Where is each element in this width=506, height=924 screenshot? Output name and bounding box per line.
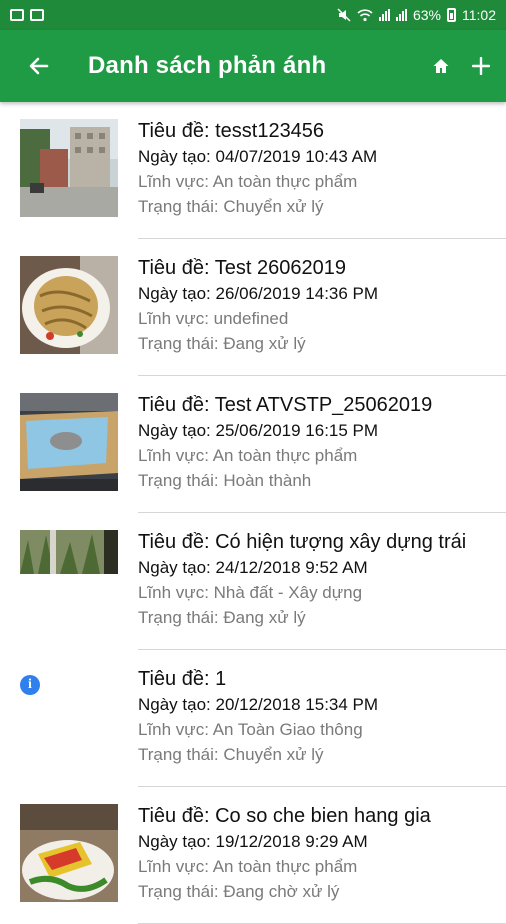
list-item[interactable]: Tiêu đề: tesst123456 Ngày tạo: 04/07/201… [0,102,506,239]
signal-icon-2 [395,9,407,21]
report-list: Tiêu đề: tesst123456 Ngày tạo: 04/07/201… [0,102,506,924]
item-field: Lĩnh vực: An toàn thực phẩm [138,446,358,465]
item-date: Ngày tạo: 20/12/2018 15:34 PM [138,695,379,714]
item-title: Tiêu đề: Test ATVSTP_25062019 [138,394,433,416]
list-item[interactable]: Tiêu đề: Test 26062019 Ngày tạo: 26/06/2… [0,239,506,376]
item-status: Trạng thái: Đang chờ xử lý [138,882,340,901]
item-status: Trạng thái: Chuyển xử lý [138,745,324,764]
status-right: 63% 11:02 [337,7,496,23]
item-date: Ngày tạo: 19/12/2018 9:29 AM [138,832,368,851]
item-title: Tiêu đề: tesst123456 [138,120,325,142]
battery-icon [447,8,456,22]
item-field: Lĩnh vực: An Toàn Giao thông [138,720,363,739]
item-title: Tiêu đề: Test 26062019 [138,257,346,279]
item-status: Trạng thái: Đang xử lý [138,608,306,627]
status-bar: 63% 11:02 [0,0,506,30]
arrow-left-icon [29,57,49,75]
item-date: Ngày tạo: 24/12/2018 9:52 AM [138,558,368,577]
signal-icon-1 [378,9,390,21]
plus-icon [472,57,490,75]
list-item[interactable]: Tiêu đề: Có hiện tượng xây dựng trái Ngà… [0,513,506,650]
item-status: Trạng thái: Đang xử lý [138,334,306,353]
item-status: Trạng thái: Hoàn thành [138,471,312,490]
thumbnail-placeholder: i [20,667,118,787]
item-field: Lĩnh vực: An toàn thực phẩm [138,857,358,876]
home-icon [433,59,449,73]
street-photo [20,119,118,217]
add-button[interactable] [470,55,492,77]
list-item[interactable]: i Tiêu đề: 1 Ngày tạo: 20/12/2018 15:34 … [0,650,506,787]
desk-photo [20,393,118,491]
item-field: Lĩnh vực: undefined [138,309,289,328]
page-title: Danh sách phản ánh [88,52,327,79]
status-left [10,9,44,21]
item-field: Lĩnh vực: An toàn thực phẩm [138,172,358,191]
item-status: Trạng thái: Chuyển xử lý [138,197,324,216]
gallery-icon [30,9,44,21]
list-item[interactable]: Tiêu đề: Test ATVSTP_25062019 Ngày tạo: … [0,376,506,513]
battery-percent: 63% [412,7,441,23]
item-text: Tiêu đề: tesst123456 Ngày tạo: 04/07/201… [138,119,377,239]
item-text: Tiêu đề: 1 Ngày tạo: 20/12/2018 15:34 PM… [138,667,378,787]
item-text: Tiêu đề: Co so che bien hang gia Ngày tạ… [138,804,431,924]
food-package-photo [20,804,118,902]
clock: 11:02 [462,7,496,23]
item-field: Lĩnh vực: Nhà đất - Xây dựng [138,583,363,602]
back-button[interactable] [24,51,54,81]
wifi-icon [357,9,373,22]
item-text: Tiêu đề: Test 26062019 Ngày tạo: 26/06/2… [138,256,378,376]
item-text: Tiêu đề: Test ATVSTP_25062019 Ngày tạo: … [138,393,432,513]
item-date: Ngày tạo: 04/07/2019 10:43 AM [138,147,378,166]
list-item[interactable]: Tiêu đề: Co so che bien hang gia Ngày tạ… [0,787,506,924]
item-date: Ngày tạo: 25/06/2019 16:15 PM [138,421,379,440]
trees-photo [20,530,118,628]
item-text: Tiêu đề: Có hiện tượng xây dựng trái Ngà… [138,530,466,650]
notification-icon [10,9,24,21]
info-icon: i [20,675,40,695]
item-date: Ngày tạo: 26/06/2019 14:36 PM [138,284,379,303]
item-title: Tiêu đề: Co so che bien hang gia [138,805,431,827]
noodle-photo [20,256,118,354]
item-title: Tiêu đề: 1 [138,668,227,690]
app-bar: Danh sách phản ánh [0,30,506,102]
mute-icon [337,8,351,22]
item-title: Tiêu đề: Có hiện tượng xây dựng trái [138,531,467,553]
app-actions [430,55,492,77]
home-button[interactable] [430,55,452,77]
